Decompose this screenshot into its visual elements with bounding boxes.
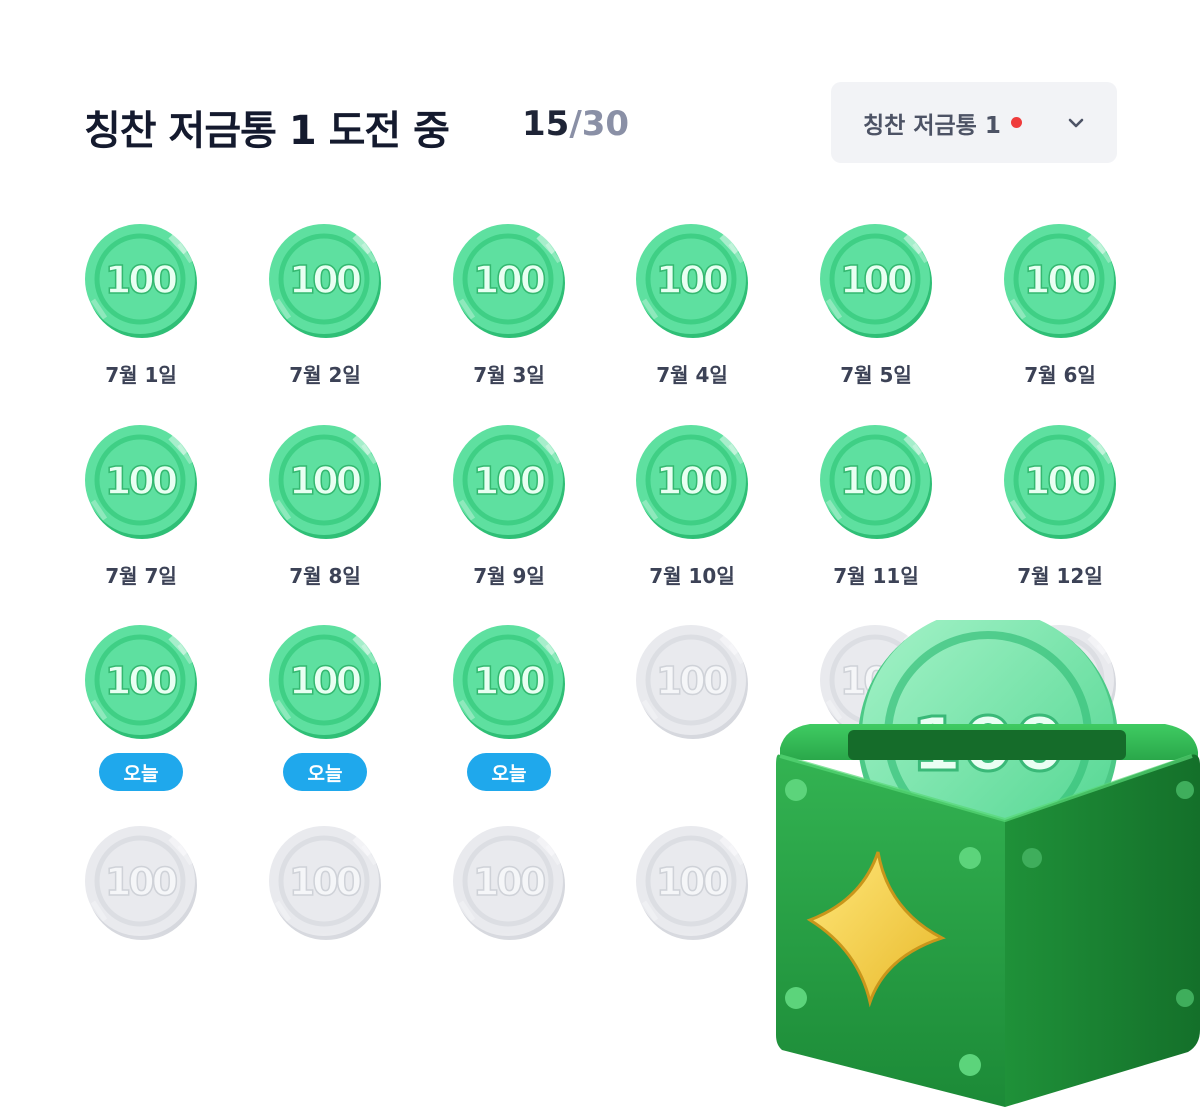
coin-item[interactable]: 100 7월 10일 — [627, 423, 757, 588]
coin-date-label: 7월 5일 — [840, 363, 912, 387]
coin-date-label: 7월 7일 — [105, 564, 177, 588]
coin-date-label: 7월 2일 — [289, 363, 361, 387]
today-badge: 오늘 — [99, 753, 183, 791]
coin-item[interactable]: 100 — [76, 824, 206, 984]
coin-value-label: 100 — [289, 258, 361, 302]
coin-item[interactable]: 100 7월 2일 — [260, 222, 390, 387]
today-badge: 오늘 — [283, 753, 367, 791]
coin-value-label: 100 — [105, 258, 177, 302]
coin-filled-icon: 100 — [85, 224, 197, 338]
coin-value-label: 100 — [289, 860, 361, 904]
coin-value-label: 100 — [105, 459, 177, 503]
coin-filled-icon: 100 — [269, 224, 381, 338]
coin-value-label: 100 — [289, 659, 361, 703]
coin-item[interactable]: 100 오늘 — [76, 623, 206, 791]
coin-value-label: 100 — [656, 459, 728, 503]
coin-date-label: 7월 4일 — [656, 363, 728, 387]
coin-item[interactable]: 100 7월 12일 — [995, 423, 1125, 588]
coin-filled-icon: 100 — [820, 224, 932, 338]
coin-item[interactable]: 100 — [444, 824, 574, 984]
coin-item[interactable]: 100 7월 8일 — [260, 423, 390, 588]
today-badge: 오늘 — [467, 753, 551, 791]
coin-value-label: 100 — [656, 659, 728, 703]
coin-date-label: 7월 9일 — [473, 564, 545, 588]
coin-filled-icon: 100 — [453, 425, 565, 539]
coin-date-label: 7월 3일 — [473, 363, 545, 387]
piggy-box-illustration: 100 — [776, 620, 1200, 1107]
coin-item[interactable]: 100 — [627, 623, 757, 783]
coin-item[interactable]: 100 오늘 — [260, 623, 390, 791]
coin-value-label: 100 — [105, 659, 177, 703]
coin-empty-icon: 100 — [636, 826, 748, 940]
coin-filled-icon: 100 — [820, 425, 932, 539]
coin-date-label: 7월 6일 — [1024, 363, 1096, 387]
coin-value-label: 100 — [1024, 459, 1096, 503]
coin-empty-icon: 100 — [269, 826, 381, 940]
coin-item[interactable]: 100 7월 9일 — [444, 423, 574, 588]
coin-value-label: 100 — [840, 258, 912, 302]
coin-value-label: 100 — [473, 258, 545, 302]
coin-filled-icon: 100 — [453, 224, 565, 338]
coin-value-label: 100 — [1024, 258, 1096, 302]
coin-filled-icon: 100 — [636, 224, 748, 338]
coin-filled-icon: 100 — [636, 425, 748, 539]
coin-date-label: 7월 1일 — [105, 363, 177, 387]
coin-value-label: 100 — [289, 459, 361, 503]
coin-item[interactable]: 100 7월 6일 — [995, 222, 1125, 387]
coin-date-label: 7월 10일 — [649, 564, 735, 588]
coin-filled-icon: 100 — [1004, 425, 1116, 539]
coin-value-label: 100 — [473, 659, 545, 703]
coin-filled-icon: 100 — [1004, 224, 1116, 338]
coin-filled-icon: 100 — [85, 625, 197, 739]
coin-item[interactable]: 100 오늘 — [444, 623, 574, 791]
coin-filled-icon: 100 — [269, 625, 381, 739]
coin-date-label: 7월 8일 — [289, 564, 361, 588]
coin-value-label: 100 — [105, 860, 177, 904]
coin-empty-icon: 100 — [453, 826, 565, 940]
coin-item[interactable]: 100 — [260, 824, 390, 984]
coin-item[interactable]: 100 7월 3일 — [444, 222, 574, 387]
coin-item[interactable]: 100 7월 11일 — [811, 423, 941, 588]
coin-empty-icon: 100 — [85, 826, 197, 940]
coin-filled-icon: 100 — [269, 425, 381, 539]
coin-value-label: 100 — [656, 860, 728, 904]
coin-item[interactable]: 100 — [627, 824, 757, 984]
coin-value-label: 100 — [473, 459, 545, 503]
coin-filled-icon: 100 — [85, 425, 197, 539]
coin-item[interactable]: 100 7월 1일 — [76, 222, 206, 387]
coin-date-label: 7월 12일 — [1017, 564, 1103, 588]
coin-value-label: 100 — [840, 459, 912, 503]
coin-empty-icon: 100 — [636, 625, 748, 739]
coin-filled-icon: 100 — [453, 625, 565, 739]
coin-value-label: 100 — [656, 258, 728, 302]
coin-item[interactable]: 100 7월 7일 — [76, 423, 206, 588]
coin-date-label: 7월 11일 — [833, 564, 919, 588]
coin-item[interactable]: 100 7월 4일 — [627, 222, 757, 387]
coin-value-label: 100 — [473, 860, 545, 904]
coin-item[interactable]: 100 7월 5일 — [811, 222, 941, 387]
